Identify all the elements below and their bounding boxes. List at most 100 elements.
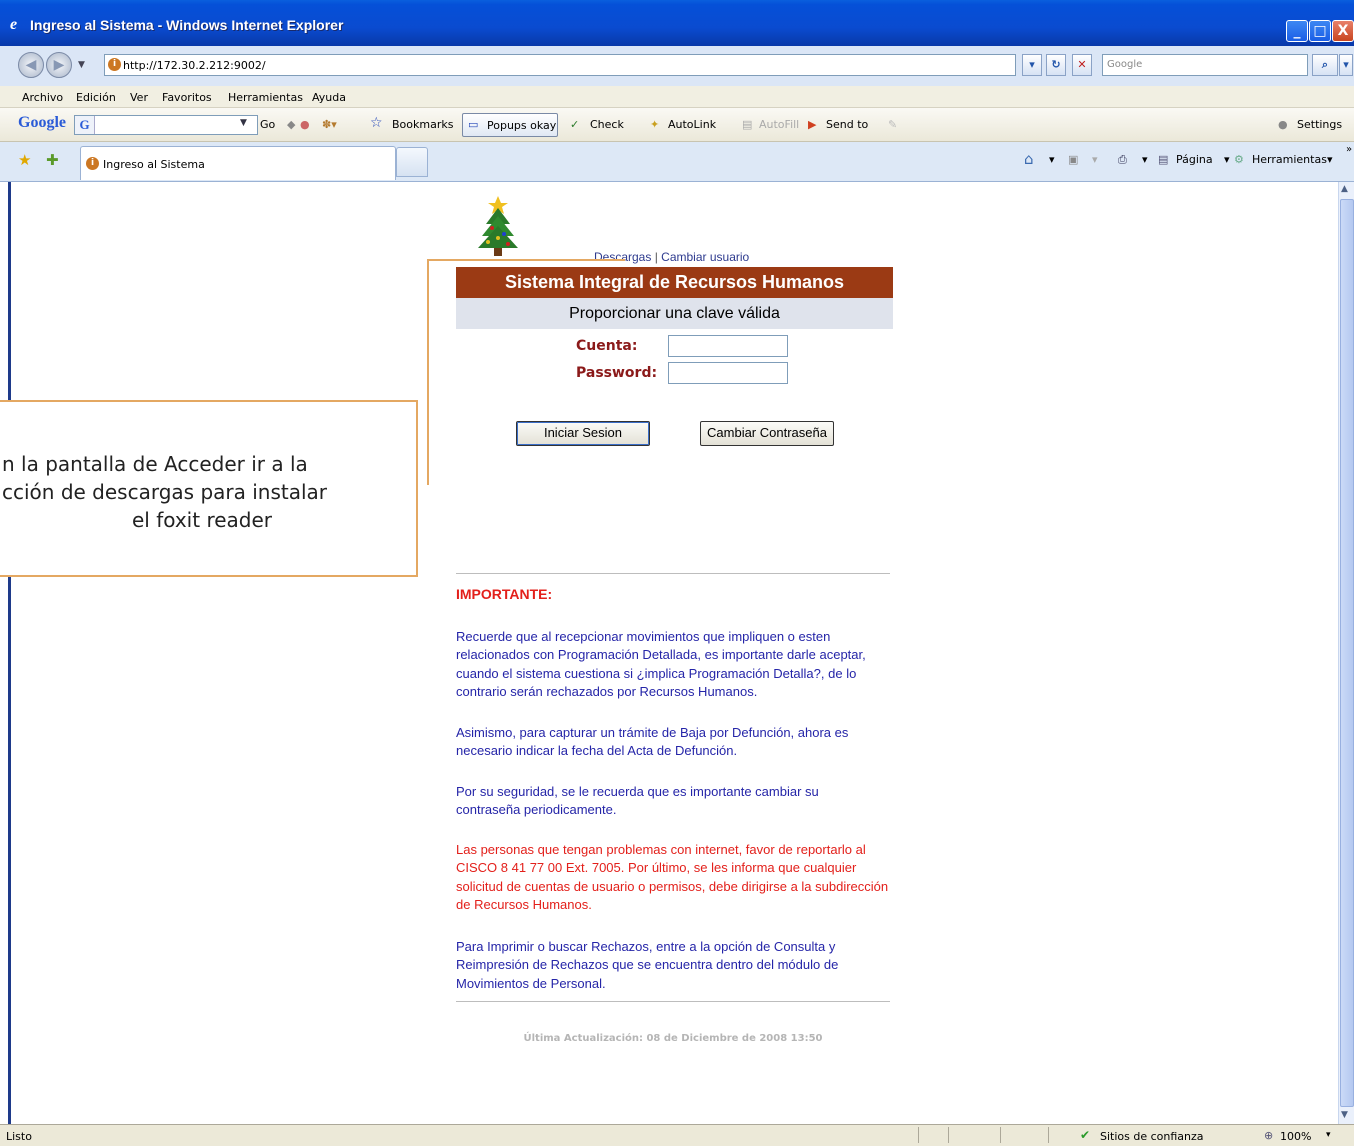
- status-bar: Listo ✔ Sitios de confianza ⊕ 100% ▾: [0, 1124, 1354, 1146]
- callout-connector: [427, 259, 429, 485]
- status-divider: [918, 1127, 919, 1143]
- stop-icon[interactable]: ✕: [1072, 54, 1092, 76]
- ie-icon: e: [10, 16, 18, 33]
- print-dropdown-icon[interactable]: ▾: [1142, 153, 1148, 166]
- google-logo: Google: [18, 114, 66, 131]
- menu-ayuda[interactable]: Ayuda: [312, 91, 346, 104]
- favorites-star-icon[interactable]: ★: [18, 151, 31, 169]
- news-icon[interactable]: ✽▾: [322, 118, 337, 131]
- new-tab-button[interactable]: [396, 147, 428, 177]
- vertical-scrollbar[interactable]: ▲ ▼: [1338, 182, 1354, 1124]
- change-user-link[interactable]: Cambiar usuario: [661, 250, 749, 264]
- tab-ingreso[interactable]: i Ingreso al Sistema: [80, 146, 396, 180]
- account-input[interactable]: [668, 335, 788, 357]
- notice-paragraph-2: Asimismo, para capturar un trámite de Ba…: [456, 725, 849, 759]
- home-icon[interactable]: ⌂: [1024, 150, 1034, 168]
- status-divider: [1000, 1127, 1001, 1143]
- google-g-icon: G: [75, 116, 95, 134]
- change-password-button[interactable]: Cambiar Contraseña: [700, 421, 834, 446]
- notice-paragraph-3: Por su seguridad, se le recuerda que es …: [456, 784, 819, 818]
- content-left-border: [8, 182, 11, 1124]
- tools-dropdown-icon[interactable]: ▾: [1327, 153, 1333, 166]
- popups-okay-button[interactable]: ▭ Popups okay: [462, 113, 558, 137]
- menu-ver[interactable]: Ver: [130, 91, 148, 104]
- address-bar-row: ◀ ▶ ▼ i http://172.30.2.212:9002/ ▾ ↻ ✕ …: [0, 46, 1354, 86]
- login-button[interactable]: Iniciar Sesion: [516, 421, 650, 446]
- spellcheck-icon: ✓: [570, 118, 580, 131]
- window-title: Ingreso al Sistema - Windows Internet Ex…: [30, 17, 344, 33]
- back-button[interactable]: ◀: [18, 52, 44, 78]
- settings-icon: ●: [1278, 118, 1288, 131]
- links-separator: |: [654, 250, 658, 264]
- address-dropdown-button[interactable]: ▾: [1022, 54, 1042, 76]
- autofill-icon: ▤: [742, 118, 753, 131]
- close-button[interactable]: X: [1332, 20, 1354, 42]
- page-menu-icon: ▤: [1158, 153, 1169, 166]
- pagerank-icon[interactable]: ●: [300, 118, 310, 131]
- menu-herramientas[interactable]: Herramientas: [228, 91, 303, 104]
- check-button[interactable]: Check: [590, 118, 624, 131]
- menu-edicion[interactable]: Edición: [76, 91, 116, 104]
- home-dropdown-icon[interactable]: ▾: [1049, 153, 1055, 166]
- google-search-input[interactable]: G: [74, 115, 258, 135]
- zoom-dropdown-icon[interactable]: ▾: [1326, 1130, 1331, 1140]
- bookmarks-button[interactable]: Bookmarks: [392, 118, 453, 131]
- page-menu-button[interactable]: Página: [1176, 153, 1213, 166]
- address-field[interactable]: i http://172.30.2.212:9002/: [104, 54, 1016, 76]
- callout-box: n la pantalla de Acceder ir a la cción d…: [0, 400, 418, 577]
- callout-line-1: n la pantalla de Acceder ir a la: [2, 452, 308, 476]
- title-bar: e Ingreso al Sistema - Windows Internet …: [0, 0, 1354, 46]
- feeds-dropdown-icon[interactable]: ▾: [1092, 153, 1098, 166]
- refresh-icon[interactable]: ↻: [1046, 54, 1066, 76]
- callout-connector-top: [427, 259, 625, 261]
- account-label: Cuenta:: [576, 338, 638, 354]
- tools-menu-button[interactable]: Herramientas: [1252, 153, 1327, 166]
- menu-favoritos[interactable]: Favoritos: [162, 91, 212, 104]
- autolink-icon: ✦: [650, 118, 660, 131]
- settings-button[interactable]: Settings: [1297, 118, 1342, 131]
- page-icon: i: [108, 58, 121, 71]
- google-dropdown-icon[interactable]: ▼: [240, 118, 247, 128]
- sendto-icon: ▶: [808, 118, 817, 131]
- last-updated: Última Actualización: 08 de Diciembre de…: [523, 1033, 823, 1044]
- feeds-icon[interactable]: ▣: [1068, 153, 1078, 166]
- scroll-up-icon[interactable]: ▲: [1341, 184, 1348, 194]
- status-divider: [1048, 1127, 1049, 1143]
- page-dropdown-icon[interactable]: ▾: [1224, 153, 1230, 166]
- menu-archivo[interactable]: Archivo: [22, 91, 63, 104]
- downloads-link[interactable]: Descargas: [594, 250, 651, 264]
- google-go-button[interactable]: Go: [260, 118, 275, 131]
- search-placeholder: Google: [1107, 59, 1143, 70]
- scroll-thumb[interactable]: [1340, 199, 1354, 1107]
- notice-paragraph-1: Recuerde que al recepcionar movimientos …: [456, 629, 866, 699]
- search-input[interactable]: Google: [1102, 54, 1308, 76]
- tools-gear-icon: ⚙: [1234, 153, 1244, 166]
- search-icon[interactable]: ⌕: [1312, 54, 1338, 76]
- autolink-button[interactable]: AutoLink: [668, 118, 716, 131]
- autofill-button[interactable]: AutoFill: [759, 118, 799, 131]
- add-favorite-icon[interactable]: ✚: [46, 151, 59, 169]
- history-dropdown-icon[interactable]: ▼: [78, 60, 85, 70]
- zoom-level[interactable]: 100%: [1280, 1130, 1311, 1143]
- maximize-button[interactable]: □: [1309, 20, 1331, 42]
- tab-row: ★ ✚ i Ingreso al Sistema: [0, 142, 1354, 182]
- password-input[interactable]: [668, 362, 788, 384]
- forward-button[interactable]: ▶: [46, 52, 72, 78]
- security-zone: Sitios de confianza: [1100, 1130, 1204, 1143]
- google-toolbar: Google G ▼ Go ◆ ● ✽▾ ☆ Bookmarks ▭ Popup…: [0, 108, 1354, 142]
- christmas-tree-icon: [478, 196, 518, 256]
- print-icon[interactable]: ⎙: [1118, 153, 1127, 167]
- callout-line-3: el foxit reader: [131, 508, 273, 532]
- search-options-icon[interactable]: ▾: [1339, 54, 1353, 76]
- callout-text: n la pantalla de Acceder ir a la cción d…: [0, 450, 412, 534]
- popup-blocker-icon: ▭: [468, 118, 479, 131]
- highlighter-icon[interactable]: ✎: [888, 118, 897, 131]
- divider-bottom: [456, 1001, 890, 1002]
- tab-page-icon: i: [86, 157, 99, 170]
- password-label: Password:: [576, 365, 658, 381]
- chevron-more-icon[interactable]: »: [1346, 144, 1352, 155]
- popups-label: Popups okay: [487, 119, 557, 132]
- scroll-down-icon[interactable]: ▼: [1341, 1110, 1348, 1120]
- minimize-button[interactable]: _: [1286, 20, 1308, 42]
- sendto-button[interactable]: Send to: [826, 118, 868, 131]
